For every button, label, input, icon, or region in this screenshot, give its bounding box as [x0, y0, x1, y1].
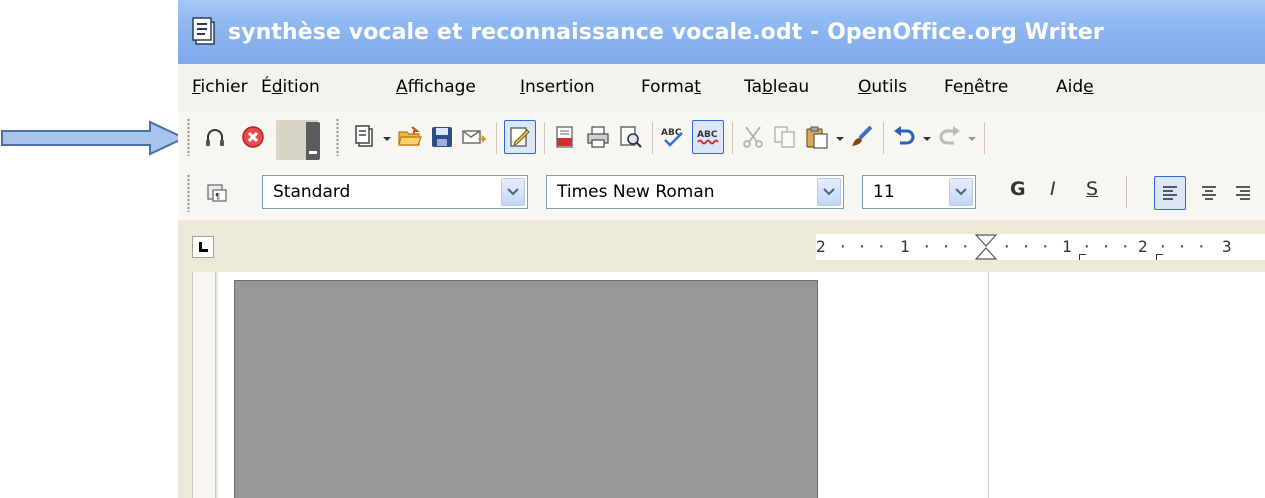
paragraph-style-dropdown-icon[interactable] [501, 178, 525, 206]
vertical-ruler-area [178, 272, 218, 498]
headphones-icon[interactable] [202, 124, 228, 150]
italic-button[interactable]: I [1050, 178, 1056, 200]
edit-mode-icon [507, 124, 533, 150]
menu-aide[interactable]: Aide [1056, 77, 1094, 97]
toolbar-grip[interactable] [187, 118, 190, 156]
standard-toolbar: ABC ABC [178, 112, 1265, 165]
font-name-combo[interactable]: Times New Roman [546, 175, 844, 209]
menu-affichage[interactable]: Affichage [396, 77, 476, 97]
autospellcheck-button[interactable]: ABC [692, 120, 724, 154]
email-icon[interactable] [461, 124, 487, 150]
svg-text:¶: ¶ [215, 192, 220, 201]
paste-icon[interactable] [804, 124, 830, 150]
styles-and-formatting-icon[interactable]: ¶ [204, 180, 230, 206]
menu-outils[interactable]: Outils [858, 77, 907, 97]
align-right-icon[interactable] [1230, 180, 1256, 206]
ruler-label: 1 [900, 237, 910, 256]
redo-icon[interactable] [937, 124, 963, 150]
ruler-ticks: · · · [1158, 237, 1207, 256]
menu-fenetre[interactable]: Fenêtre [944, 77, 1008, 97]
annotation-arrow [1, 120, 187, 156]
window-title: synthèse vocale et reconnaissance vocale… [228, 20, 1104, 45]
underline-button[interactable]: S [1086, 178, 1098, 200]
menu-edition[interactable]: Édition [261, 77, 320, 97]
save-icon[interactable] [429, 124, 455, 150]
autospellcheck-icon: ABC [695, 124, 721, 150]
ruler-label: 1 [1062, 237, 1072, 256]
ruler-row: 2 · · · 1 · · · · · · 1 · · · 2 · · · 3 [178, 220, 1265, 272]
edit-mode-button[interactable] [504, 120, 536, 154]
menu-bar: Fichier Édition Affichage Insertion Form… [178, 64, 1265, 112]
horizontal-ruler[interactable]: 2 · · · 1 · · · · · · 1 · · · 2 · · · 3 [816, 234, 1265, 260]
ruler-label: 2 [1138, 237, 1148, 256]
align-center-icon[interactable] [1196, 180, 1222, 206]
formatting-toolbar: ¶ Standard Times New Roman 11 [178, 164, 1265, 221]
font-size-value: 11 [873, 182, 895, 202]
undo-icon[interactable] [891, 124, 917, 150]
undo-dropdown-icon[interactable] [923, 137, 931, 141]
font-name-dropdown-icon[interactable] [817, 178, 841, 206]
export-pdf-icon[interactable] [552, 124, 578, 150]
new-document-icon[interactable] [352, 124, 378, 150]
ruler-ticks: · · · [838, 237, 887, 256]
indent-marker-icon[interactable] [974, 234, 998, 260]
writer-document-icon [192, 17, 215, 45]
menu-insertion[interactable]: Insertion [520, 77, 595, 97]
tab-stop-selector[interactable] [192, 236, 214, 258]
toolbar-grip-2[interactable] [336, 118, 339, 156]
open-folder-icon[interactable] [397, 124, 423, 150]
ruler-label: 3 [1222, 237, 1232, 256]
toolbar-overflow-icon[interactable] [306, 122, 320, 160]
tab-marker[interactable] [1156, 254, 1163, 260]
document-area[interactable] [218, 272, 1265, 498]
cut-icon[interactable] [740, 124, 766, 150]
vertical-ruler[interactable] [192, 272, 216, 498]
svg-text:ABC: ABC [697, 130, 718, 140]
font-size-dropdown-icon[interactable] [949, 178, 973, 206]
menu-fichier[interactable]: Fichier [192, 77, 248, 97]
stop-icon[interactable] [240, 124, 266, 150]
ruler-ticks: · · · [922, 237, 971, 256]
ruler-ticks: · · · [1082, 237, 1131, 256]
menu-format[interactable]: Format [641, 77, 701, 97]
title-bar[interactable]: synthèse vocale et reconnaissance vocale… [178, 0, 1265, 64]
toolbar-grip-3[interactable] [187, 174, 190, 212]
paragraph-style-combo[interactable]: Standard [262, 175, 528, 209]
paragraph-style-value: Standard [273, 182, 351, 202]
redo-dropdown-icon[interactable] [968, 137, 976, 141]
ruler-ticks: · · · [1002, 237, 1051, 256]
align-left-icon [1163, 186, 1177, 200]
writer-window: synthèse vocale et reconnaissance vocale… [178, 0, 1265, 498]
menu-tableau[interactable]: Tableau [744, 77, 809, 97]
format-paintbrush-icon[interactable] [849, 124, 875, 150]
new-dropdown-icon[interactable] [383, 137, 391, 141]
print-icon[interactable] [585, 124, 611, 150]
font-name-value: Times New Roman [557, 182, 715, 202]
text-boundary-line [988, 272, 989, 498]
copy-icon[interactable] [772, 124, 798, 150]
tab-marker[interactable] [1079, 254, 1086, 260]
ruler-label: 2 [816, 237, 826, 256]
bold-button[interactable]: G [1010, 178, 1026, 200]
align-left-button[interactable] [1154, 176, 1186, 210]
font-size-combo[interactable]: 11 [862, 175, 976, 209]
paste-dropdown-icon[interactable] [836, 137, 844, 141]
spellcheck-icon[interactable]: ABC [660, 124, 686, 150]
page-preview-icon[interactable] [618, 124, 644, 150]
document-gray-region [234, 280, 818, 498]
